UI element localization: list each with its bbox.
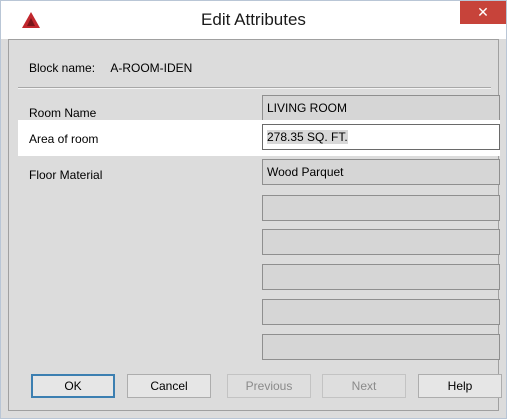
floor-material-value: Wood Parquet (267, 165, 344, 179)
dialog-frame: Block name: A-ROOM-IDEN Room Name LIVING… (8, 39, 502, 411)
ok-button[interactable]: OK (31, 374, 115, 398)
attribute-row-area-of-room: Area of room 278.35 SQ. FT. (18, 120, 500, 156)
attribute-label: Room Name (29, 106, 97, 120)
window-title: Edit Attributes (201, 10, 306, 29)
room-name-value: LIVING ROOM (267, 101, 348, 115)
attribute-row-floor-material: Floor Material Wood Parquet (18, 156, 500, 192)
room-name-field[interactable]: LIVING ROOM (262, 95, 500, 121)
cancel-button[interactable]: Cancel (127, 374, 211, 398)
close-icon: ✕ (477, 4, 489, 20)
block-name-label: Block name: (29, 61, 96, 75)
previous-button[interactable]: Previous (227, 374, 311, 398)
title-bar[interactable]: Edit Attributes ✕ (1, 1, 506, 39)
empty-attribute-field[interactable] (262, 264, 500, 290)
close-button[interactable]: ✕ (460, 1, 506, 24)
area-of-room-value: 278.35 SQ. FT. (267, 130, 348, 144)
empty-attribute-field[interactable] (262, 334, 500, 360)
attribute-label: Floor Material (29, 168, 103, 182)
next-button[interactable]: Next (322, 374, 406, 398)
block-name-row: Block name: A-ROOM-IDEN (29, 61, 192, 75)
area-of-room-field[interactable]: 278.35 SQ. FT. (262, 124, 500, 150)
help-button[interactable]: Help (418, 374, 502, 398)
empty-attribute-field[interactable] (262, 229, 500, 255)
empty-attribute-field[interactable] (262, 299, 500, 325)
edit-attributes-dialog: Edit Attributes ✕ Block name: A-ROOM-IDE… (0, 0, 507, 419)
attribute-label: Area of room (29, 132, 99, 146)
floor-material-field[interactable]: Wood Parquet (262, 159, 500, 185)
divider (18, 87, 491, 89)
empty-attribute-field[interactable] (262, 195, 500, 221)
dialog-body: Block name: A-ROOM-IDEN Room Name LIVING… (8, 39, 502, 412)
block-name-value: A-ROOM-IDEN (110, 61, 193, 75)
